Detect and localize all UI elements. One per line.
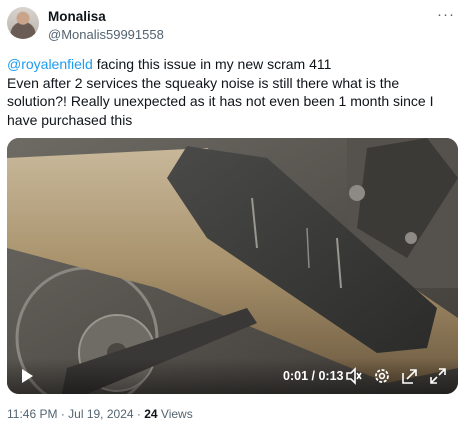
- views-count: 24: [144, 407, 158, 421]
- author-handle[interactable]: @Monalis59991558: [48, 27, 164, 42]
- time-separator: /: [308, 369, 319, 383]
- meta-separator: ·: [57, 407, 69, 421]
- volume-icon[interactable]: [345, 367, 363, 385]
- exit-expand-icon[interactable]: [401, 367, 419, 385]
- tweet-time[interactable]: 11:46 PM: [7, 407, 57, 421]
- tweet-date[interactable]: Jul 19, 2024: [68, 407, 133, 421]
- mention-link[interactable]: @royalenfield: [7, 56, 93, 72]
- settings-gear-icon[interactable]: [373, 367, 391, 385]
- play-icon[interactable]: [19, 368, 35, 384]
- time-total: 0:13: [318, 369, 344, 383]
- avatar[interactable]: [7, 7, 39, 39]
- tweet: Monalisa @Monalis59991558 ··· @royalenfi…: [0, 0, 467, 432]
- meta-separator: ·: [133, 407, 145, 421]
- video-time: 0:01 / 0:13: [283, 369, 343, 383]
- video-frame: [7, 138, 458, 394]
- time-current: 0:01: [283, 369, 309, 383]
- tweet-text-line1: facing this issue in my new scram 411: [92, 56, 332, 72]
- video-controls: 0:01 / 0:13: [7, 358, 458, 394]
- more-options-icon[interactable]: ···: [437, 6, 455, 23]
- fullscreen-icon[interactable]: [429, 367, 447, 385]
- author-name[interactable]: Monalisa: [48, 9, 106, 24]
- video-player[interactable]: 0:01 / 0:13: [7, 138, 458, 394]
- tweet-text: @royalenfield facing this issue in my ne…: [7, 55, 457, 129]
- views-label: Views: [157, 407, 193, 421]
- tweet-text-body: Even after 2 services the squeaky noise …: [7, 74, 434, 128]
- tweet-meta: 11:46 PM · Jul 19, 2024 · 24 Views: [7, 407, 193, 421]
